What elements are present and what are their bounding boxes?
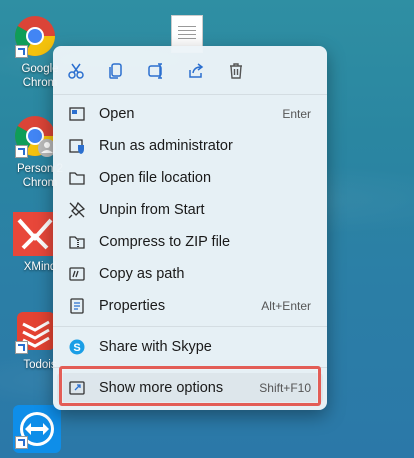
cut-button[interactable]: [63, 58, 89, 84]
svg-text:S: S: [73, 342, 80, 354]
chrome-profile-icon: [13, 114, 57, 158]
menu-item-label: Open: [99, 106, 135, 122]
cut-icon: [68, 63, 84, 79]
menu-item-properties[interactable]: Properties Alt+Enter: [57, 291, 323, 321]
open-icon: [67, 104, 87, 124]
menu-item-share-with-skype[interactable]: S Share with Skype: [57, 332, 323, 362]
menu-item-label: Compress to ZIP file: [99, 234, 231, 250]
shortcut-arrow-icon: [15, 341, 28, 354]
menu-item-shortcut: Enter: [282, 107, 311, 121]
folder-icon: [67, 168, 87, 188]
chrome-icon: [13, 14, 57, 58]
share-icon: [189, 63, 204, 78]
share-button[interactable]: [183, 58, 209, 84]
unpin-icon: [67, 200, 87, 220]
zip-icon: [67, 232, 87, 252]
copy-path-icon: [67, 264, 87, 284]
menu-item-compress-to-zip[interactable]: Compress to ZIP file: [57, 227, 323, 257]
menu-item-label: Unpin from Start: [99, 202, 205, 218]
delete-button[interactable]: [223, 58, 249, 84]
context-menu-toolbar: [63, 58, 263, 86]
shield-icon: [67, 136, 87, 156]
shortcut-arrow-icon: [15, 45, 28, 58]
teamviewer-icon: [13, 405, 61, 453]
menu-item-open-file-location[interactable]: Open file location: [57, 163, 323, 193]
menu-item-label: Run as administrator: [99, 138, 233, 154]
menu-separator: [53, 326, 327, 327]
xmind-icon: [13, 212, 57, 256]
menu-item-label: Properties: [99, 298, 166, 314]
menu-item-shortcut: Alt+Enter: [261, 299, 311, 313]
annotation-highlight-box: [59, 366, 321, 406]
rename-button[interactable]: [143, 58, 169, 84]
properties-icon: [67, 296, 87, 316]
todoist-icon: [13, 310, 57, 354]
context-menu: Open Enter Run as administrator Open fil…: [53, 46, 327, 410]
desktop-icon-teamviewer[interactable]: [10, 405, 61, 453]
rename-icon: [148, 63, 162, 79]
shortcut-arrow-icon: [15, 436, 28, 449]
menu-item-label: Copy as path: [99, 266, 185, 282]
menu-item-run-as-administrator[interactable]: Run as administrator: [57, 131, 323, 161]
menu-item-label: Open file location: [99, 170, 212, 186]
menu-item-copy-as-path[interactable]: Copy as path: [57, 259, 323, 289]
skype-icon: S: [67, 337, 87, 357]
menu-item-unpin-from-start[interactable]: Unpin from Start: [57, 195, 323, 225]
menu-item-label: Share with Skype: [99, 339, 212, 355]
menu-item-open[interactable]: Open Enter: [57, 99, 323, 129]
copy-button[interactable]: [103, 58, 129, 84]
shortcut-arrow-icon: [15, 145, 28, 158]
delete-icon: [230, 63, 242, 79]
copy-icon: [109, 63, 122, 79]
menu-separator: [53, 94, 327, 95]
